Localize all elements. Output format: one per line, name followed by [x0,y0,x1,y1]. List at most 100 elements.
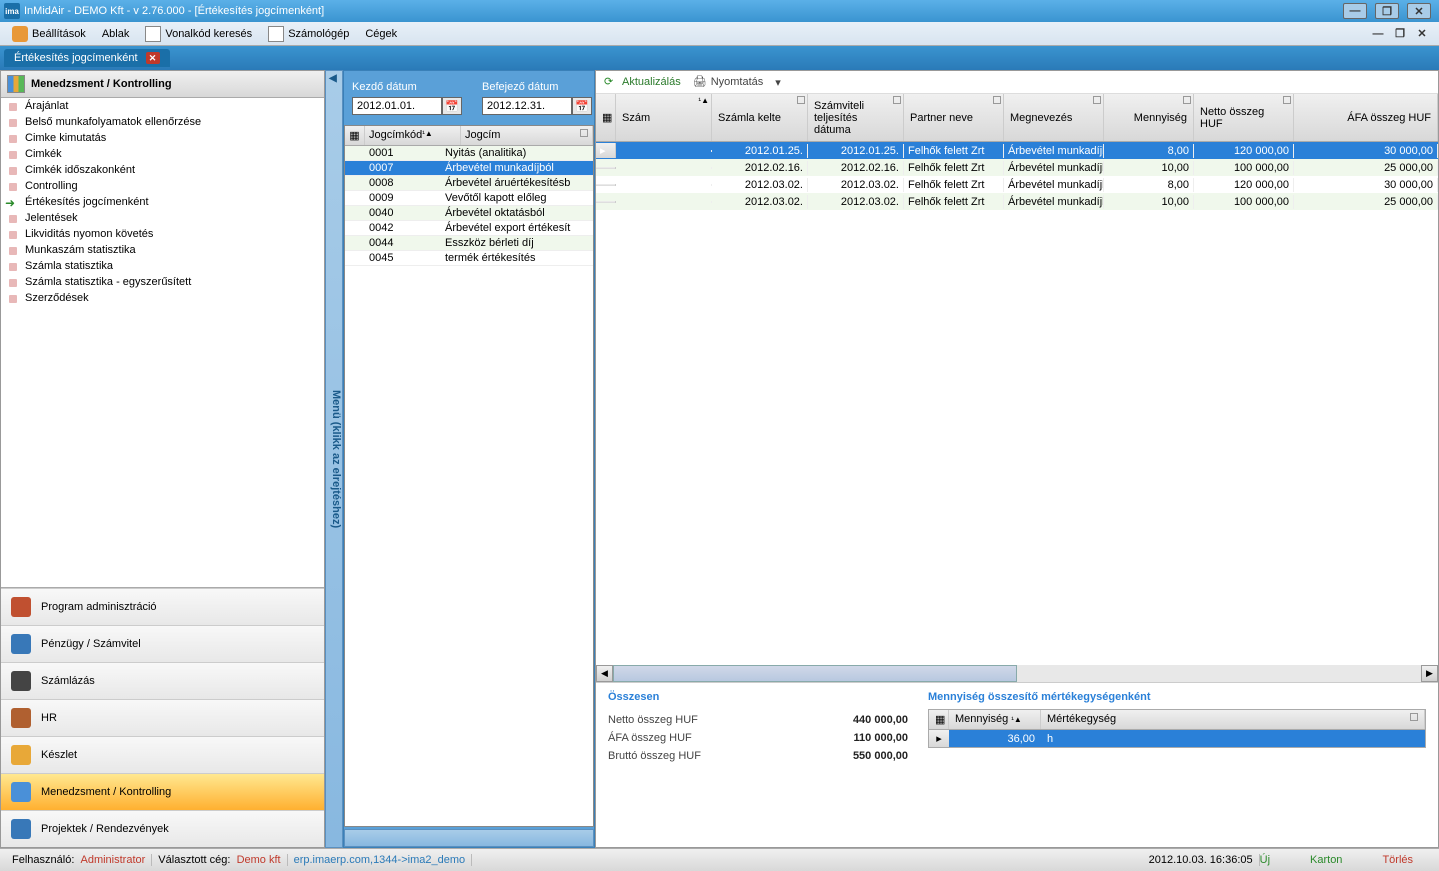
tree-item[interactable]: Cimkék időszakonként [1,162,324,178]
cell-quantity: 10,00 [1104,161,1194,175]
data-row[interactable]: 2012.03.02.2012.03.02.Felhők felett ZrtÁ… [596,193,1438,210]
tree-item[interactable]: Likviditás nyomon követés [1,226,324,242]
title-row[interactable]: 0045termék értékesítés [345,251,593,266]
qty-unit: h [1041,732,1425,746]
end-date-input[interactable] [482,97,572,115]
cell-partner: Felhők felett Zrt [904,144,1004,158]
status-datetime: 2012.10.03. 16:36:05 [1143,854,1260,866]
tree-item[interactable]: Számla statisztika - egyszerűsített [1,274,324,290]
tree-item[interactable]: Belső munkafolyamatok ellenőrzése [1,114,324,130]
cell-vat: 30 000,00 [1294,178,1438,192]
menu-settings[interactable]: Beállítások [4,24,94,44]
title-code-header[interactable]: Jogcímkód ¹▲ [365,126,461,145]
tree-item[interactable]: Értékesítés jogcímenként [1,194,324,210]
calendar-icon: 📅 [445,100,459,113]
pencil-icon [11,671,31,691]
status-new-link[interactable]: Új [1260,854,1270,866]
row-handle[interactable] [596,184,616,186]
title-name-cell: Árbevétel áruértékesítésb [441,176,593,190]
title-row[interactable]: 0007Árbevétel munkadíjból [345,161,593,176]
data-row[interactable]: 2012.02.16.2012.02.16.Felhők felett ZrtÁ… [596,159,1438,176]
row-handle[interactable]: ▸ [596,143,616,158]
nav-item[interactable]: Számlázás [1,662,324,699]
tree-item[interactable]: Árajánlat [1,98,324,114]
row-handle[interactable] [596,201,616,203]
tree-item[interactable]: Szerződések [1,290,324,306]
start-date-input[interactable] [352,97,442,115]
row-handle[interactable] [596,167,616,169]
title-row[interactable]: 0040Árbevétel oktatásból [345,206,593,221]
nav-item[interactable]: Pénzügy / Számvitel [1,625,324,662]
menu-window[interactable]: Ablak [94,26,138,42]
menu-companies[interactable]: Cégek [357,26,405,42]
col-invoice-date[interactable]: Számla kelte [712,94,808,141]
qty-row[interactable]: 36,00 h [949,730,1425,747]
filter-panel: Kezdő dátum 📅 Befejező dátum 📅 ▦ Jogcímk… [343,70,595,848]
col-number[interactable]: Szám¹▲ [616,94,712,141]
data-row[interactable]: 2012.03.02.2012.03.02.Felhők felett ZrtÁ… [596,176,1438,193]
horizontal-scrollbar[interactable]: ◀ ▶ [596,665,1438,682]
scroll-right-button[interactable]: ▶ [1421,665,1438,682]
nav-item[interactable]: Készlet [1,736,324,773]
tree-item[interactable]: Cimke kimutatás [1,130,324,146]
totals-row: Netto összeg HUF440 000,00 [608,711,908,729]
tree-item[interactable]: Számla statisztika [1,258,324,274]
title-code-cell: 0045 [345,251,441,265]
title-row[interactable]: 0001Nyitás (analitika) [345,146,593,161]
tab-close-icon[interactable]: ✕ [146,52,160,64]
dropdown-arrow-icon[interactable]: ▾ [775,76,781,89]
refresh-icon: ⟳ [604,75,618,89]
box-icon [11,745,31,765]
user-label: Felhasználó: [12,854,74,866]
cell-partner: Felhők felett Zrt [904,161,1004,175]
col-accounting-date[interactable]: Számviteli teljesítés dátuma [808,94,904,141]
mdi-restore-button[interactable]: ❐ [1391,27,1409,41]
col-description[interactable]: Megnevezés [1004,94,1104,141]
grid-selector-icon[interactable]: ▦ [929,710,949,729]
end-date-calendar-button[interactable]: 📅 [572,97,592,115]
qty-col-quantity[interactable]: Mennyiség ¹▲ [949,710,1041,729]
nav-item[interactable]: Program adminisztráció [1,588,324,625]
nav-item[interactable]: Projektek / Rendezvények [1,810,324,847]
title-row[interactable]: 0044Esszköz bérleti díj [345,236,593,251]
maximize-button[interactable]: ❐ [1375,3,1399,19]
start-date-calendar-button[interactable]: 📅 [442,97,462,115]
tree-item[interactable]: Jelentések [1,210,324,226]
col-net-amount[interactable]: Netto összeg HUF [1194,94,1294,141]
status-delete-link[interactable]: Törlés [1382,854,1413,866]
nav-item[interactable]: HR [1,699,324,736]
collapse-label: Menü (klikk az elrejtéshez) [330,390,342,528]
title-row[interactable]: 0009Vevőtől kapott előleg [345,191,593,206]
qty-col-unit[interactable]: Mértékegység [1041,710,1425,729]
scroll-thumb[interactable] [613,665,1017,682]
print-button[interactable]: 🖨Nyomtatás [693,75,764,89]
col-partner[interactable]: Partner neve [904,94,1004,141]
col-vat-amount[interactable]: ÁFA összeg HUF [1294,94,1438,141]
scroll-left-button[interactable]: ◀ [596,665,613,682]
cell-description: Árbevétel munkadíjb [1004,195,1104,209]
minimize-button[interactable]: — [1343,3,1367,19]
status-card-link[interactable]: Karton [1310,854,1342,866]
scroll-track[interactable] [613,665,1421,682]
end-date-label: Befejező dátum [482,81,592,93]
tab-sales-by-title[interactable]: Értékesítés jogcímenként ✕ [4,49,170,67]
title-name-header[interactable]: Jogcím [461,126,593,145]
title-row[interactable]: 0008Árbevétel áruértékesítésb [345,176,593,191]
refresh-button[interactable]: ⟳Aktualizálás [604,75,681,89]
tree-item[interactable]: Munkaszám statisztika [1,242,324,258]
close-button[interactable]: ✕ [1407,3,1431,19]
grid-selector-icon[interactable]: ▦ [345,126,365,145]
menu-calculator[interactable]: Számológép [260,24,357,44]
data-row[interactable]: ▸2012.01.25.2012.01.25.Felhők felett Zrt… [596,142,1438,159]
nav-item[interactable]: Menedzsment / Kontrolling [1,773,324,810]
grid-selector-icon[interactable]: ▦ [596,94,616,141]
menu-collapse-bar[interactable]: ◀ Menü (klikk az elrejtéshez) [325,70,343,848]
qty-row-handle[interactable]: ▸ [929,730,949,747]
mdi-close-button[interactable]: ✕ [1413,27,1431,41]
tree-item[interactable]: Cimkék [1,146,324,162]
mdi-minimize-button[interactable]: — [1369,27,1387,41]
menu-barcode-search[interactable]: Vonalkód keresés [137,24,260,44]
tree-item[interactable]: Controlling [1,178,324,194]
title-row[interactable]: 0042Árbevétel export értékesít [345,221,593,236]
col-quantity[interactable]: Mennyiség [1104,94,1194,141]
